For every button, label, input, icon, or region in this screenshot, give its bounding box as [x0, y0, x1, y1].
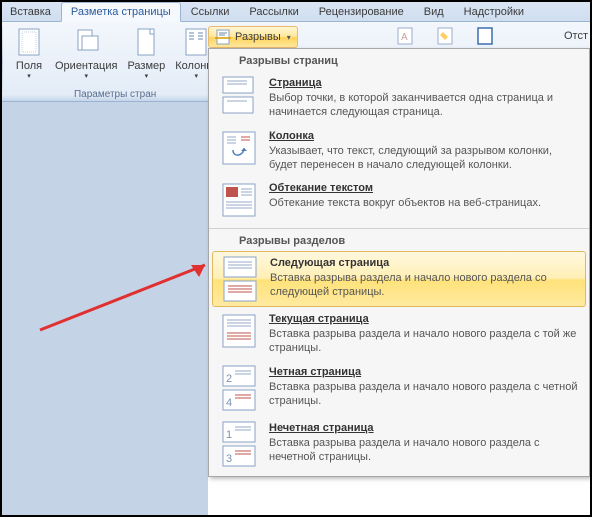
- next-page-icon: [220, 255, 260, 303]
- chevron-down-icon: ▾: [287, 33, 291, 42]
- break-page-item[interactable]: Страница Выбор точки, в которой заканчив…: [209, 71, 589, 124]
- group-page-setup-label: Параметры стран: [74, 89, 156, 101]
- break-column-item[interactable]: Колонка Указывает, что текст, следующий …: [209, 124, 589, 177]
- indent-label: Отст: [564, 30, 588, 42]
- text-wrap-icon: [219, 180, 259, 220]
- break-odd-page-item[interactable]: 13 Нечетная страница Вставка разрыва раз…: [209, 416, 589, 472]
- odd-page-title: Нечетная страница: [269, 422, 579, 434]
- page-color-icon[interactable]: [435, 26, 455, 46]
- text-wrap-desc: Обтекание текста вокруг объектов на веб-…: [269, 196, 579, 210]
- page-breaks-header: Разрывы страниц: [209, 51, 589, 71]
- tab-review[interactable]: Рецензирование: [309, 2, 414, 21]
- column-break-desc: Указывает, что текст, следующий за разры…: [269, 144, 579, 173]
- orientation-icon: [70, 26, 102, 58]
- orientation-button[interactable]: Ориентация ▾: [51, 24, 121, 82]
- tab-links[interactable]: Ссылки: [181, 2, 240, 21]
- document-area: [0, 102, 208, 517]
- page-break-icon: [219, 75, 259, 115]
- svg-text:2: 2: [226, 373, 232, 385]
- current-page-icon: [219, 311, 259, 351]
- size-icon: [130, 26, 162, 58]
- section-breaks-header: Разрывы разделов: [209, 231, 589, 251]
- margins-label: Поля: [16, 60, 42, 72]
- breaks-button[interactable]: Разрывы ▾: [208, 26, 298, 48]
- current-page-title: Текущая страница: [269, 313, 579, 325]
- tab-addins[interactable]: Надстройки: [454, 2, 534, 21]
- ribbon-group-page-setup: Поля ▾ Ориентация ▾ Размер ▾ Колонки ▾ П…: [5, 22, 225, 101]
- watermark-icon[interactable]: A: [395, 26, 415, 46]
- chevron-down-icon: ▾: [145, 72, 149, 80]
- current-page-desc: Вставка разрыва раздела и начало нового …: [269, 327, 579, 356]
- tab-page-layout[interactable]: Разметка страницы: [61, 2, 181, 22]
- even-page-icon: 24: [219, 364, 259, 412]
- tab-view[interactable]: Вид: [414, 2, 454, 21]
- tab-insert[interactable]: Вставка: [0, 2, 61, 21]
- chevron-down-icon: ▾: [84, 72, 88, 80]
- text-wrap-title: Обтекание текстом: [269, 182, 579, 194]
- svg-text:A: A: [401, 32, 408, 43]
- page-break-desc: Выбор точки, в которой заканчивается одн…: [269, 91, 579, 120]
- break-next-page-item[interactable]: Следующая страница Вставка разрыва разде…: [212, 251, 586, 307]
- even-page-desc: Вставка разрыва раздела и начало нового …: [269, 380, 579, 409]
- next-page-desc: Вставка разрыва раздела и начало нового …: [270, 271, 578, 300]
- breaks-icon: [215, 29, 231, 45]
- odd-page-desc: Вставка разрыва раздела и начало нового …: [269, 436, 579, 465]
- column-break-title: Колонка: [269, 130, 579, 142]
- svg-text:4: 4: [226, 397, 232, 409]
- margins-button[interactable]: Поля ▾: [9, 24, 49, 82]
- chevron-down-icon: ▾: [27, 72, 31, 80]
- page-break-title: Страница: [269, 77, 579, 89]
- odd-page-icon: 13: [219, 420, 259, 468]
- orientation-label: Ориентация: [55, 60, 117, 72]
- size-button[interactable]: Размер ▾: [123, 24, 169, 82]
- size-label: Размер: [127, 60, 165, 72]
- next-page-title: Следующая страница: [270, 257, 578, 269]
- svg-text:3: 3: [226, 453, 232, 465]
- breaks-dropdown: Разрывы страниц Страница Выбор точки, в …: [208, 48, 590, 477]
- svg-text:1: 1: [226, 429, 232, 441]
- margins-icon: [13, 26, 45, 58]
- tab-mailings[interactable]: Рассылки: [239, 2, 308, 21]
- ribbon-far-icons: A: [395, 26, 495, 46]
- page-borders-icon[interactable]: [475, 26, 495, 46]
- even-page-title: Четная страница: [269, 366, 579, 378]
- break-textwrap-item[interactable]: Обтекание текстом Обтекание текста вокру…: [209, 176, 589, 224]
- chevron-down-icon: ▾: [195, 72, 199, 80]
- break-current-page-item[interactable]: Текущая страница Вставка разрыва раздела…: [209, 307, 589, 360]
- break-even-page-item[interactable]: 24 Четная страница Вставка разрыва разде…: [209, 360, 589, 416]
- column-break-icon: [219, 128, 259, 168]
- breaks-label: Разрывы: [235, 31, 281, 43]
- ribbon-tabs: Вставка Разметка страницы Ссылки Рассылк…: [0, 0, 592, 22]
